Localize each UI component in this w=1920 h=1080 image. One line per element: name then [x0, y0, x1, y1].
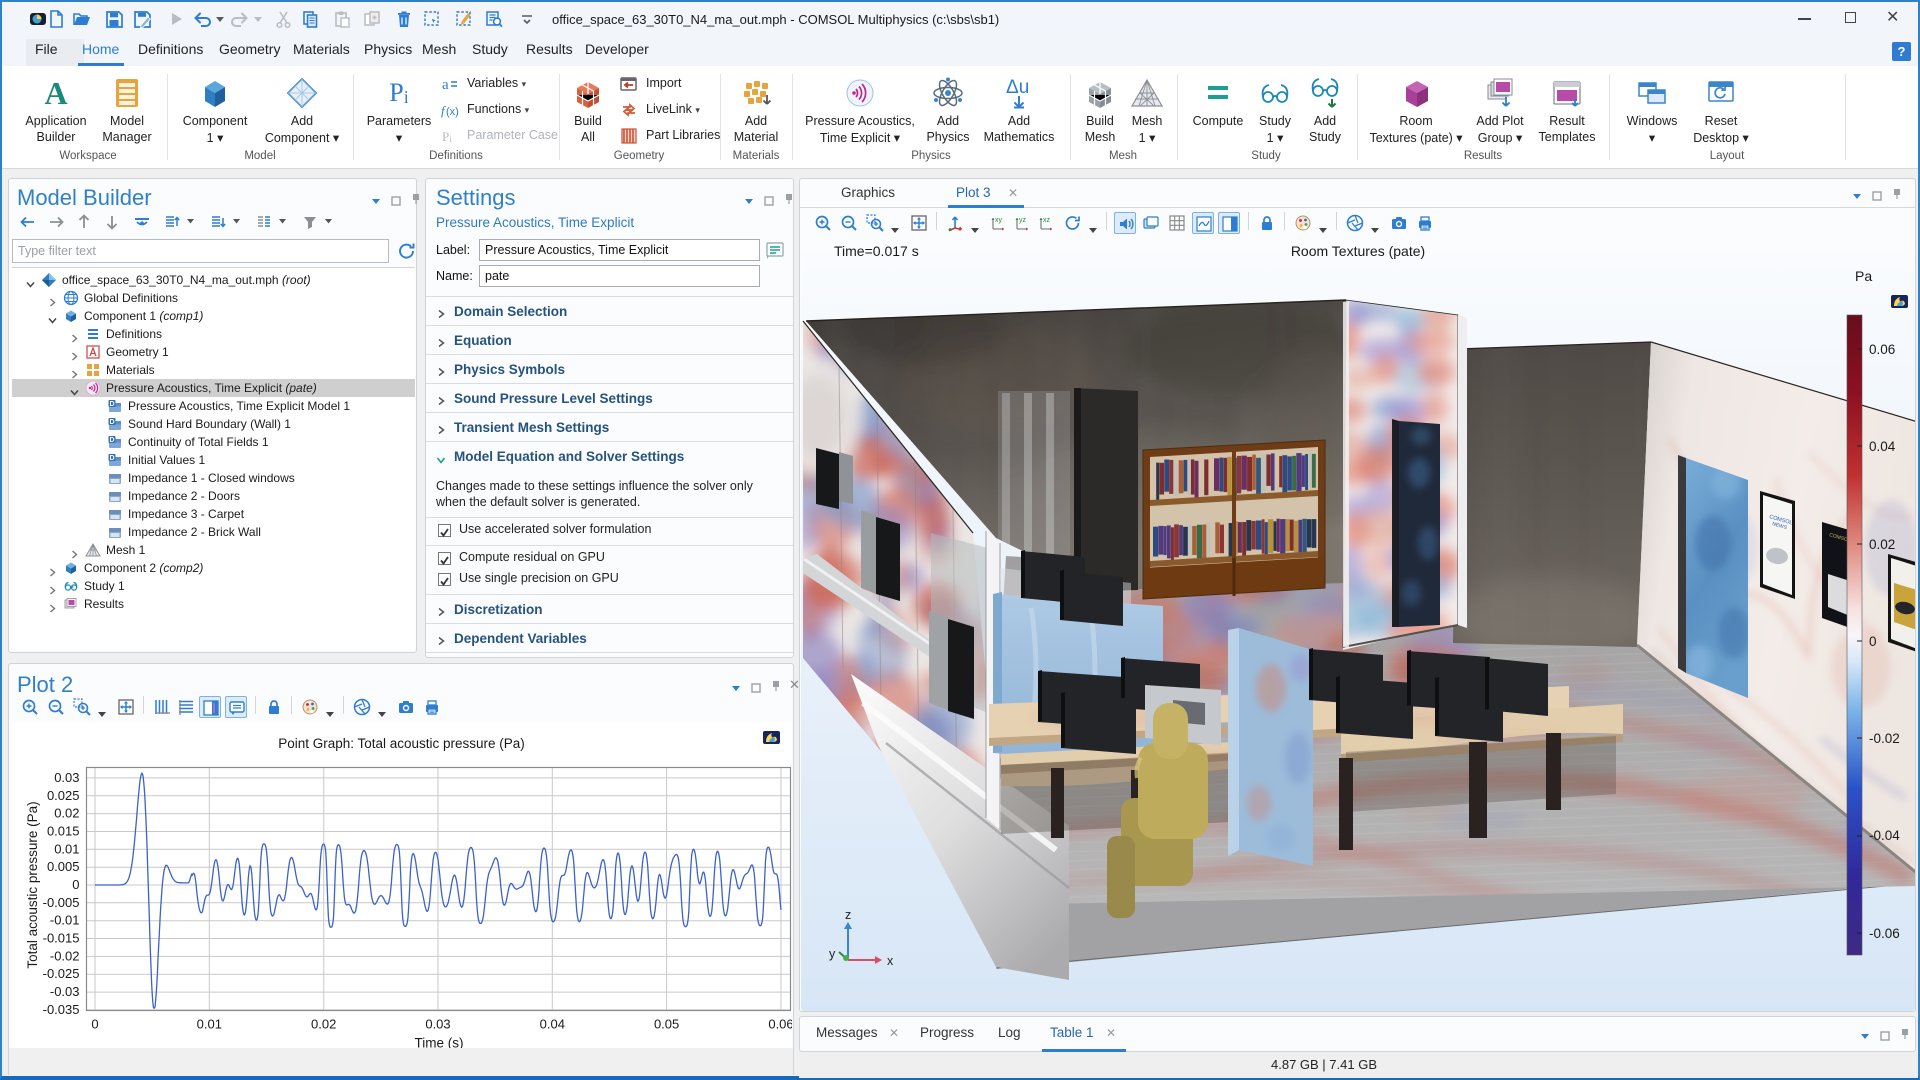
svg-text:-0.005: -0.005 — [43, 895, 80, 910]
svg-text:0: 0 — [72, 877, 79, 892]
svg-text:Δu: Δu — [1006, 77, 1029, 98]
svg-text:0.04: 0.04 — [1869, 439, 1896, 454]
svg-text:-0.06: -0.06 — [1869, 926, 1900, 941]
svg-text:0.02: 0.02 — [1869, 537, 1895, 552]
svg-text:y: y — [829, 947, 836, 961]
svg-text:-0.01: -0.01 — [50, 913, 80, 928]
svg-text:D: D — [109, 455, 114, 462]
svg-text:0.01: 0.01 — [54, 841, 79, 856]
svg-text:Time (s): Time (s) — [415, 1036, 464, 1049]
svg-text:0.02: 0.02 — [311, 1017, 336, 1032]
svg-text:-0.025: -0.025 — [43, 966, 80, 981]
svg-text:D: D — [109, 401, 114, 408]
svg-text:Pi: Pi — [389, 78, 408, 107]
svg-text:0: 0 — [1869, 634, 1877, 649]
svg-text:0.02: 0.02 — [54, 806, 79, 821]
svg-text:-0.035: -0.035 — [43, 1002, 80, 1017]
svg-text:Total acoustic pressure (Pa): Total acoustic pressure (Pa) — [25, 801, 40, 968]
svg-text:0.05: 0.05 — [654, 1017, 679, 1032]
svg-text:Pi: Pi — [442, 129, 452, 144]
svg-text:0: 0 — [91, 1017, 98, 1032]
svg-text:0.03: 0.03 — [54, 770, 79, 785]
svg-text:A: A — [44, 75, 67, 111]
svg-text:-0.015: -0.015 — [43, 931, 80, 946]
svg-text:xz: xz — [1043, 217, 1051, 224]
svg-text:yz: yz — [1019, 217, 1027, 224]
svg-text:x: x — [887, 954, 894, 968]
svg-text:D: D — [109, 437, 114, 444]
svg-text:0.06: 0.06 — [768, 1017, 792, 1032]
svg-text:(x): (x) — [446, 106, 459, 118]
svg-text:-0.02: -0.02 — [1869, 731, 1900, 746]
svg-text:0.03: 0.03 — [425, 1017, 450, 1032]
svg-text:a: a — [442, 77, 449, 93]
svg-text:z: z — [845, 908, 851, 922]
svg-text:0.015: 0.015 — [47, 824, 80, 839]
svg-text:0.025: 0.025 — [47, 788, 80, 803]
svg-text:xy: xy — [995, 217, 1003, 224]
svg-text:D: D — [109, 419, 114, 426]
svg-text:-0.02: -0.02 — [50, 948, 80, 963]
svg-text:0.01: 0.01 — [197, 1017, 222, 1032]
svg-text:0.005: 0.005 — [47, 859, 80, 874]
svg-text:-0.04: -0.04 — [1869, 828, 1900, 843]
svg-text:0.04: 0.04 — [540, 1017, 565, 1032]
svg-text:0.06: 0.06 — [1869, 342, 1895, 357]
svg-text:-0.03: -0.03 — [50, 984, 80, 999]
